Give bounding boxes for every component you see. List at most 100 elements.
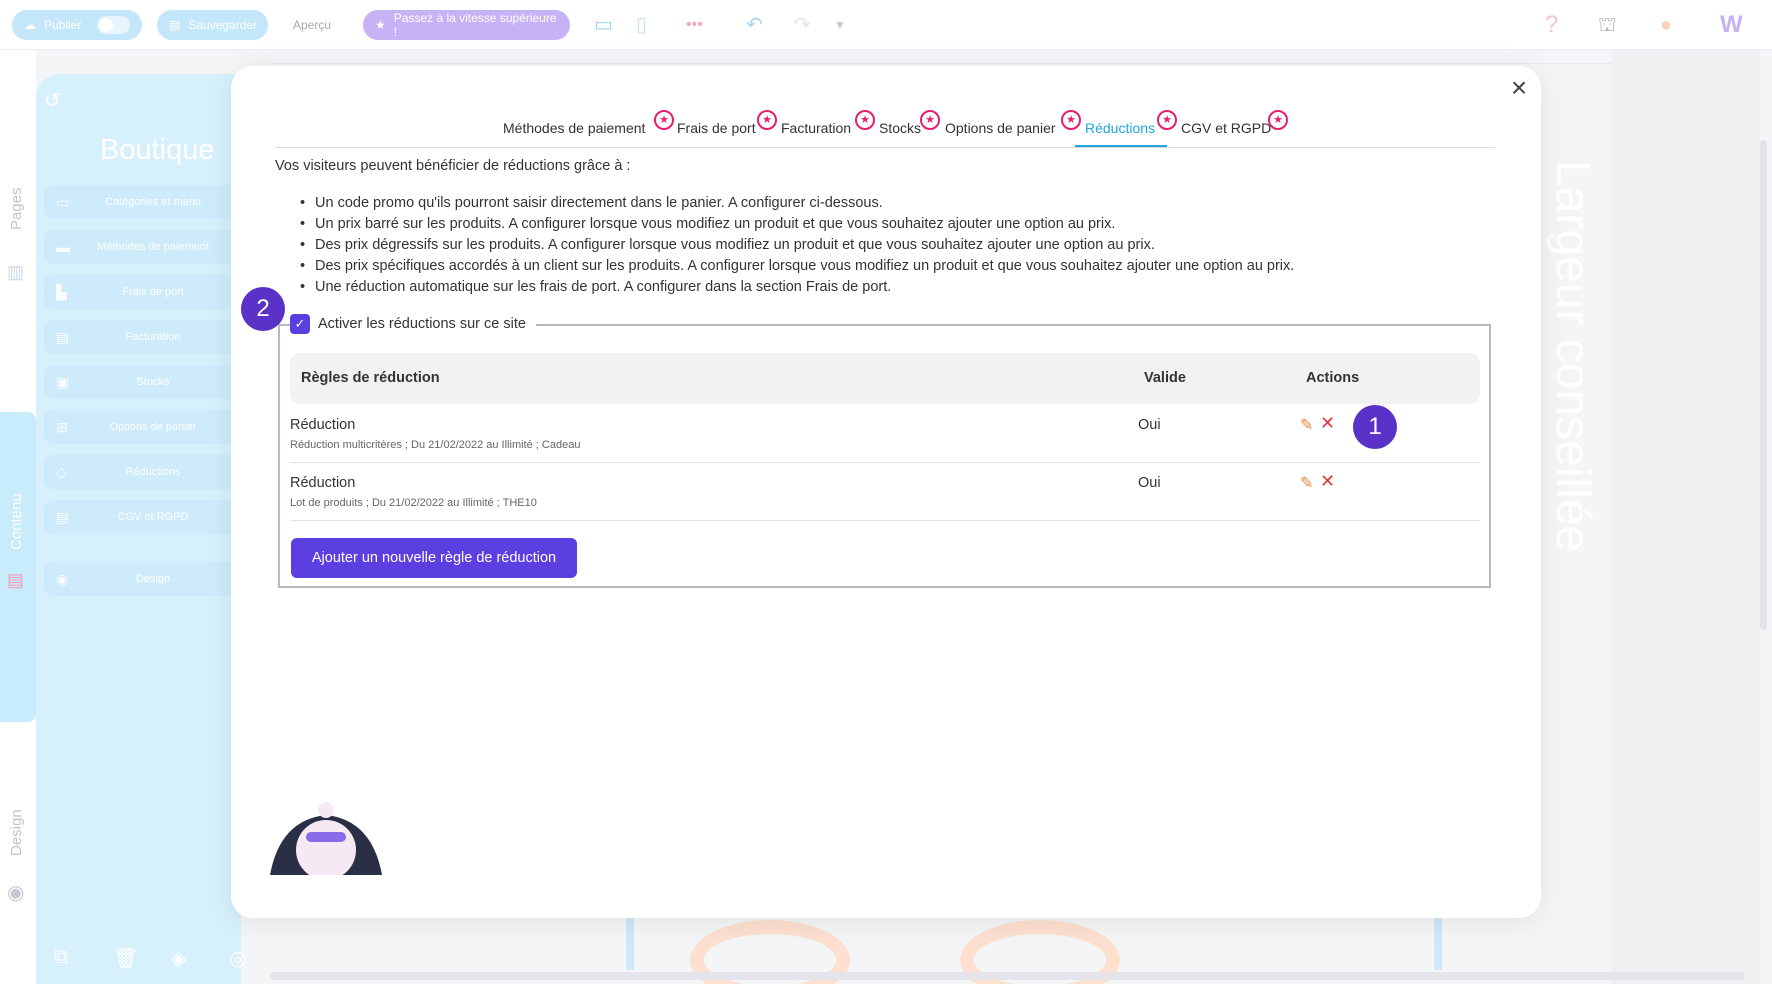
publish-toggle[interactable]: ☁ Publier xyxy=(12,10,142,40)
edit-pencil-icon[interactable]: ✎ xyxy=(1300,473,1313,493)
pages-icon[interactable]: ▥ xyxy=(7,262,24,283)
top-toolbar: ☁ Publier ▤ Sauvegarder Aperçu ★ Passez … xyxy=(0,0,1772,50)
desktop-view-icon[interactable]: ▭ xyxy=(594,12,613,38)
activate-discounts-checkbox[interactable]: ✓ xyxy=(290,314,310,334)
intro-text: Vos visiteurs peuvent bénéficier de rédu… xyxy=(275,158,631,174)
save-button[interactable]: ▤ Sauvegarder xyxy=(157,10,268,40)
sidebar-item-label: Frais de port xyxy=(122,286,184,298)
premium-star-icon: ★ xyxy=(1268,110,1288,130)
sidebar-item-categories[interactable]: ▭ Catégories et menu xyxy=(44,185,241,219)
discount-methods-list: Un code promo qu'ils pourront saisir dir… xyxy=(300,193,1294,298)
publish-label: Publier xyxy=(44,18,82,32)
publish-switch[interactable] xyxy=(97,16,130,34)
sidebar-item-label: Facturation xyxy=(125,331,181,343)
tab-terms[interactable]: CGV et RGPD xyxy=(1181,120,1271,136)
sidebar-item-label: Stocks xyxy=(136,376,170,388)
upgrade-label: Passez à la vitesse supérieure ! xyxy=(393,11,557,39)
add-discount-rule-button[interactable]: Ajouter un nouvelle règle de réduction xyxy=(291,538,577,578)
list-item: Une réduction automatique sur les frais … xyxy=(300,277,1294,298)
rail-pages[interactable]: Pages xyxy=(8,187,25,230)
logo-icon: W xyxy=(1720,11,1743,38)
premium-star-icon: ★ xyxy=(654,110,674,130)
annotation-badge-2: 2 xyxy=(241,287,285,331)
palette-icon[interactable]: ◉ xyxy=(7,880,24,905)
tab-payment-methods[interactable]: Méthodes de paiement xyxy=(503,120,645,136)
rail-content[interactable]: Contenu xyxy=(8,493,25,550)
chat-icon[interactable]: ● xyxy=(1660,12,1672,38)
sidebar-item-cart-options[interactable]: ⊞ Options de panier xyxy=(44,410,241,444)
sidebar-item-label: Design xyxy=(135,573,171,585)
active-tab-indicator xyxy=(1075,145,1167,147)
rail-design[interactable]: Design xyxy=(8,809,25,856)
rule-valid: Oui xyxy=(1138,417,1161,433)
table-row: Réduction Réduction multicritères ; Du 2… xyxy=(290,405,1480,463)
mobile-view-icon[interactable]: ▯ xyxy=(636,12,647,38)
cloud-icon: ☁ xyxy=(24,18,36,32)
sidebar-title: Boutique xyxy=(100,134,215,166)
sidebar-item-discounts[interactable]: ◇ Réductions xyxy=(44,455,241,489)
list-item: Un prix barré sur les produits. A config… xyxy=(300,214,1294,235)
content-icon[interactable]: ▤ xyxy=(7,570,24,591)
rule-details: Réduction multicritères ; Du 21/02/2022 … xyxy=(290,439,581,451)
list-item: Un code promo qu'ils pourront saisir dir… xyxy=(300,193,1294,214)
vertical-scrollbar[interactable] xyxy=(1760,140,1767,630)
left-rail: Pages ▥ ✕ Contenu ▤ Design ◉ xyxy=(0,50,36,984)
premium-star-icon: ★ xyxy=(920,110,940,130)
horizontal-scrollbar[interactable] xyxy=(270,972,1745,980)
mascot-illustration xyxy=(270,802,382,875)
eye-icon[interactable]: ◎ xyxy=(229,946,246,971)
sidebar-item-billing[interactable]: ▤ Facturation xyxy=(44,320,241,354)
trash-icon[interactable]: 🗑 xyxy=(113,946,138,971)
column-header-actions: Actions xyxy=(1306,370,1360,386)
delete-x-icon[interactable]: ✕ xyxy=(1320,413,1335,434)
preview-button[interactable]: Aperçu xyxy=(293,18,331,32)
canvas-right-strip xyxy=(1612,50,1760,984)
table-header: Règles de réduction Valide Actions xyxy=(290,353,1480,404)
premium-star-icon: ★ xyxy=(855,110,875,130)
canvas-guide xyxy=(1434,918,1442,970)
delete-x-icon[interactable]: ✕ xyxy=(1320,471,1335,492)
sidebar-item-stocks[interactable]: ▣ Stocks xyxy=(44,365,241,399)
sidebar-item-terms[interactable]: ▤ CGV et RGPD xyxy=(44,500,241,534)
sidebar-item-design[interactable]: ◉ Design xyxy=(44,562,241,596)
close-icon[interactable]: × xyxy=(1505,74,1533,102)
sidebar-item-label: Catégories et menu xyxy=(105,196,201,208)
sidebar-item-payment[interactable]: ▬ Méthodes de paiement xyxy=(44,230,241,264)
top-ruler xyxy=(270,50,1750,64)
star-icon: ★ xyxy=(375,18,386,32)
tab-cart-options[interactable]: Options de panier xyxy=(945,120,1056,136)
rule-valid: Oui xyxy=(1138,475,1161,491)
redo-icon[interactable]: ↷ xyxy=(794,12,811,38)
premium-star-icon: ★ xyxy=(1061,110,1081,130)
annotation-badge-1: 1 xyxy=(1353,405,1397,449)
tab-billing[interactable]: Facturation xyxy=(781,120,851,136)
list-item: Des prix spécifiques accordés à un clien… xyxy=(300,256,1294,277)
layers-icon[interactable]: ◈ xyxy=(171,946,186,971)
rule-details: Lot de produits ; Du 21/02/2022 au Illim… xyxy=(290,497,537,509)
table-row: Réduction Lot de produits ; Du 21/02/202… xyxy=(290,463,1480,521)
sidebar-item-label: Méthodes de paiement xyxy=(97,241,209,253)
canvas-guide xyxy=(626,918,634,970)
binoculars-icon[interactable]: ⛫ xyxy=(1598,12,1616,38)
help-icon[interactable]: ? xyxy=(1545,12,1558,38)
recommended-width-label: Largeur conseillée xyxy=(1546,160,1599,553)
premium-star-icon: ★ xyxy=(1157,110,1177,130)
duplicate-icon[interactable]: ⧉ xyxy=(54,946,68,969)
shop-sidebar: ↺ Boutique ▭ Catégories et menu ▬ Méthod… xyxy=(36,74,241,984)
undo-icon[interactable]: ↶ xyxy=(746,12,763,38)
activate-discounts-label[interactable]: Activer les réductions sur ce site xyxy=(318,316,526,332)
tab-stocks[interactable]: Stocks xyxy=(879,120,921,136)
sidebar-item-label: Options de panier xyxy=(109,421,197,433)
close-panel-icon[interactable]: ✕ xyxy=(9,386,24,407)
tab-discounts[interactable]: Réductions xyxy=(1085,120,1155,136)
column-header-valid: Valide xyxy=(1144,370,1186,386)
back-icon[interactable]: ↺ xyxy=(44,88,61,113)
tab-shipping[interactable]: Frais de port xyxy=(677,120,756,136)
sidebar-item-shipping[interactable]: ▙ Frais de port xyxy=(44,275,241,309)
history-dropdown-icon[interactable]: ▼ xyxy=(834,12,846,38)
save-label: Sauvegarder xyxy=(188,18,258,32)
upgrade-button[interactable]: ★ Passez à la vitesse supérieure ! xyxy=(363,10,570,40)
more-icon[interactable]: ••• xyxy=(686,12,703,38)
rail-active-section xyxy=(0,412,36,722)
edit-pencil-icon[interactable]: ✎ xyxy=(1300,415,1313,435)
